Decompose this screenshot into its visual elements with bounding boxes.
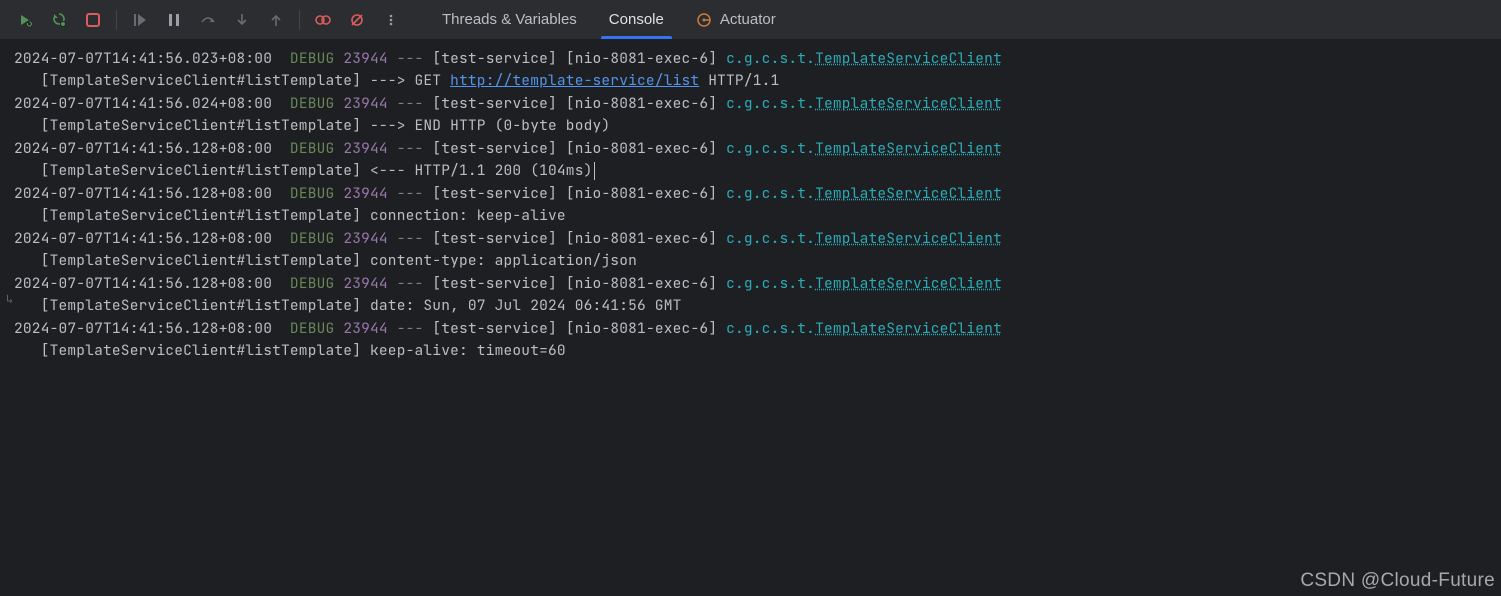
- log-line: [TemplateServiceClient#listTemplate] dat…: [14, 295, 1501, 317]
- tab-actuator[interactable]: Actuator: [680, 0, 792, 39]
- step-out-button[interactable]: [259, 3, 293, 37]
- tab-label: Actuator: [720, 11, 776, 28]
- tab-label: Console: [609, 11, 664, 28]
- tab-label: Threads & Variables: [442, 11, 577, 28]
- step-over-button[interactable]: [191, 3, 225, 37]
- view-breakpoints-button[interactable]: [306, 3, 340, 37]
- log-line: 2024-07-07T14:41:56.128+08:00 DEBUG 2394…: [14, 273, 1501, 295]
- soft-wrap-icon: ↳: [6, 291, 13, 307]
- more-button[interactable]: [374, 3, 408, 37]
- stop-button[interactable]: [76, 3, 110, 37]
- watermark: CSDN @Cloud-Future: [1300, 570, 1495, 592]
- log-line: 2024-07-07T14:41:56.024+08:00 DEBUG 2394…: [14, 93, 1501, 115]
- log-line: [TemplateServiceClient#listTemplate] kee…: [14, 340, 1501, 362]
- separator: [299, 10, 300, 30]
- log-line: [TemplateServiceClient#listTemplate] con…: [14, 205, 1501, 227]
- rerun-debug-button[interactable]: [42, 3, 76, 37]
- log-line: 2024-07-07T14:41:56.128+08:00 DEBUG 2394…: [14, 228, 1501, 250]
- log-line: 2024-07-07T14:41:56.023+08:00 DEBUG 2394…: [14, 48, 1501, 70]
- log-line: [TemplateServiceClient#listTemplate] <--…: [14, 160, 1501, 182]
- pause-button[interactable]: [157, 3, 191, 37]
- debug-toolbar: Threads & Variables Console Actuator: [0, 0, 1501, 40]
- log-line: [TemplateServiceClient#listTemplate] ---…: [14, 70, 1501, 92]
- log-line: [TemplateServiceClient#listTemplate] ---…: [14, 115, 1501, 137]
- console-output[interactable]: 2024-07-07T14:41:56.023+08:00 DEBUG 2394…: [0, 40, 1501, 363]
- separator: [116, 10, 117, 30]
- log-line: [TemplateServiceClient#listTemplate] con…: [14, 250, 1501, 272]
- mute-breakpoints-button[interactable]: [340, 3, 374, 37]
- rerun-button[interactable]: [8, 3, 42, 37]
- log-line: 2024-07-07T14:41:56.128+08:00 DEBUG 2394…: [14, 138, 1501, 160]
- debug-tabs: Threads & Variables Console Actuator: [426, 0, 792, 39]
- tab-console[interactable]: Console: [593, 0, 680, 39]
- actuator-icon: [696, 12, 712, 28]
- log-line: 2024-07-07T14:41:56.128+08:00 DEBUG 2394…: [14, 183, 1501, 205]
- step-into-button[interactable]: [225, 3, 259, 37]
- log-line: 2024-07-07T14:41:56.128+08:00 DEBUG 2394…: [14, 318, 1501, 340]
- resume-button[interactable]: [123, 3, 157, 37]
- tab-threads-variables[interactable]: Threads & Variables: [426, 0, 593, 39]
